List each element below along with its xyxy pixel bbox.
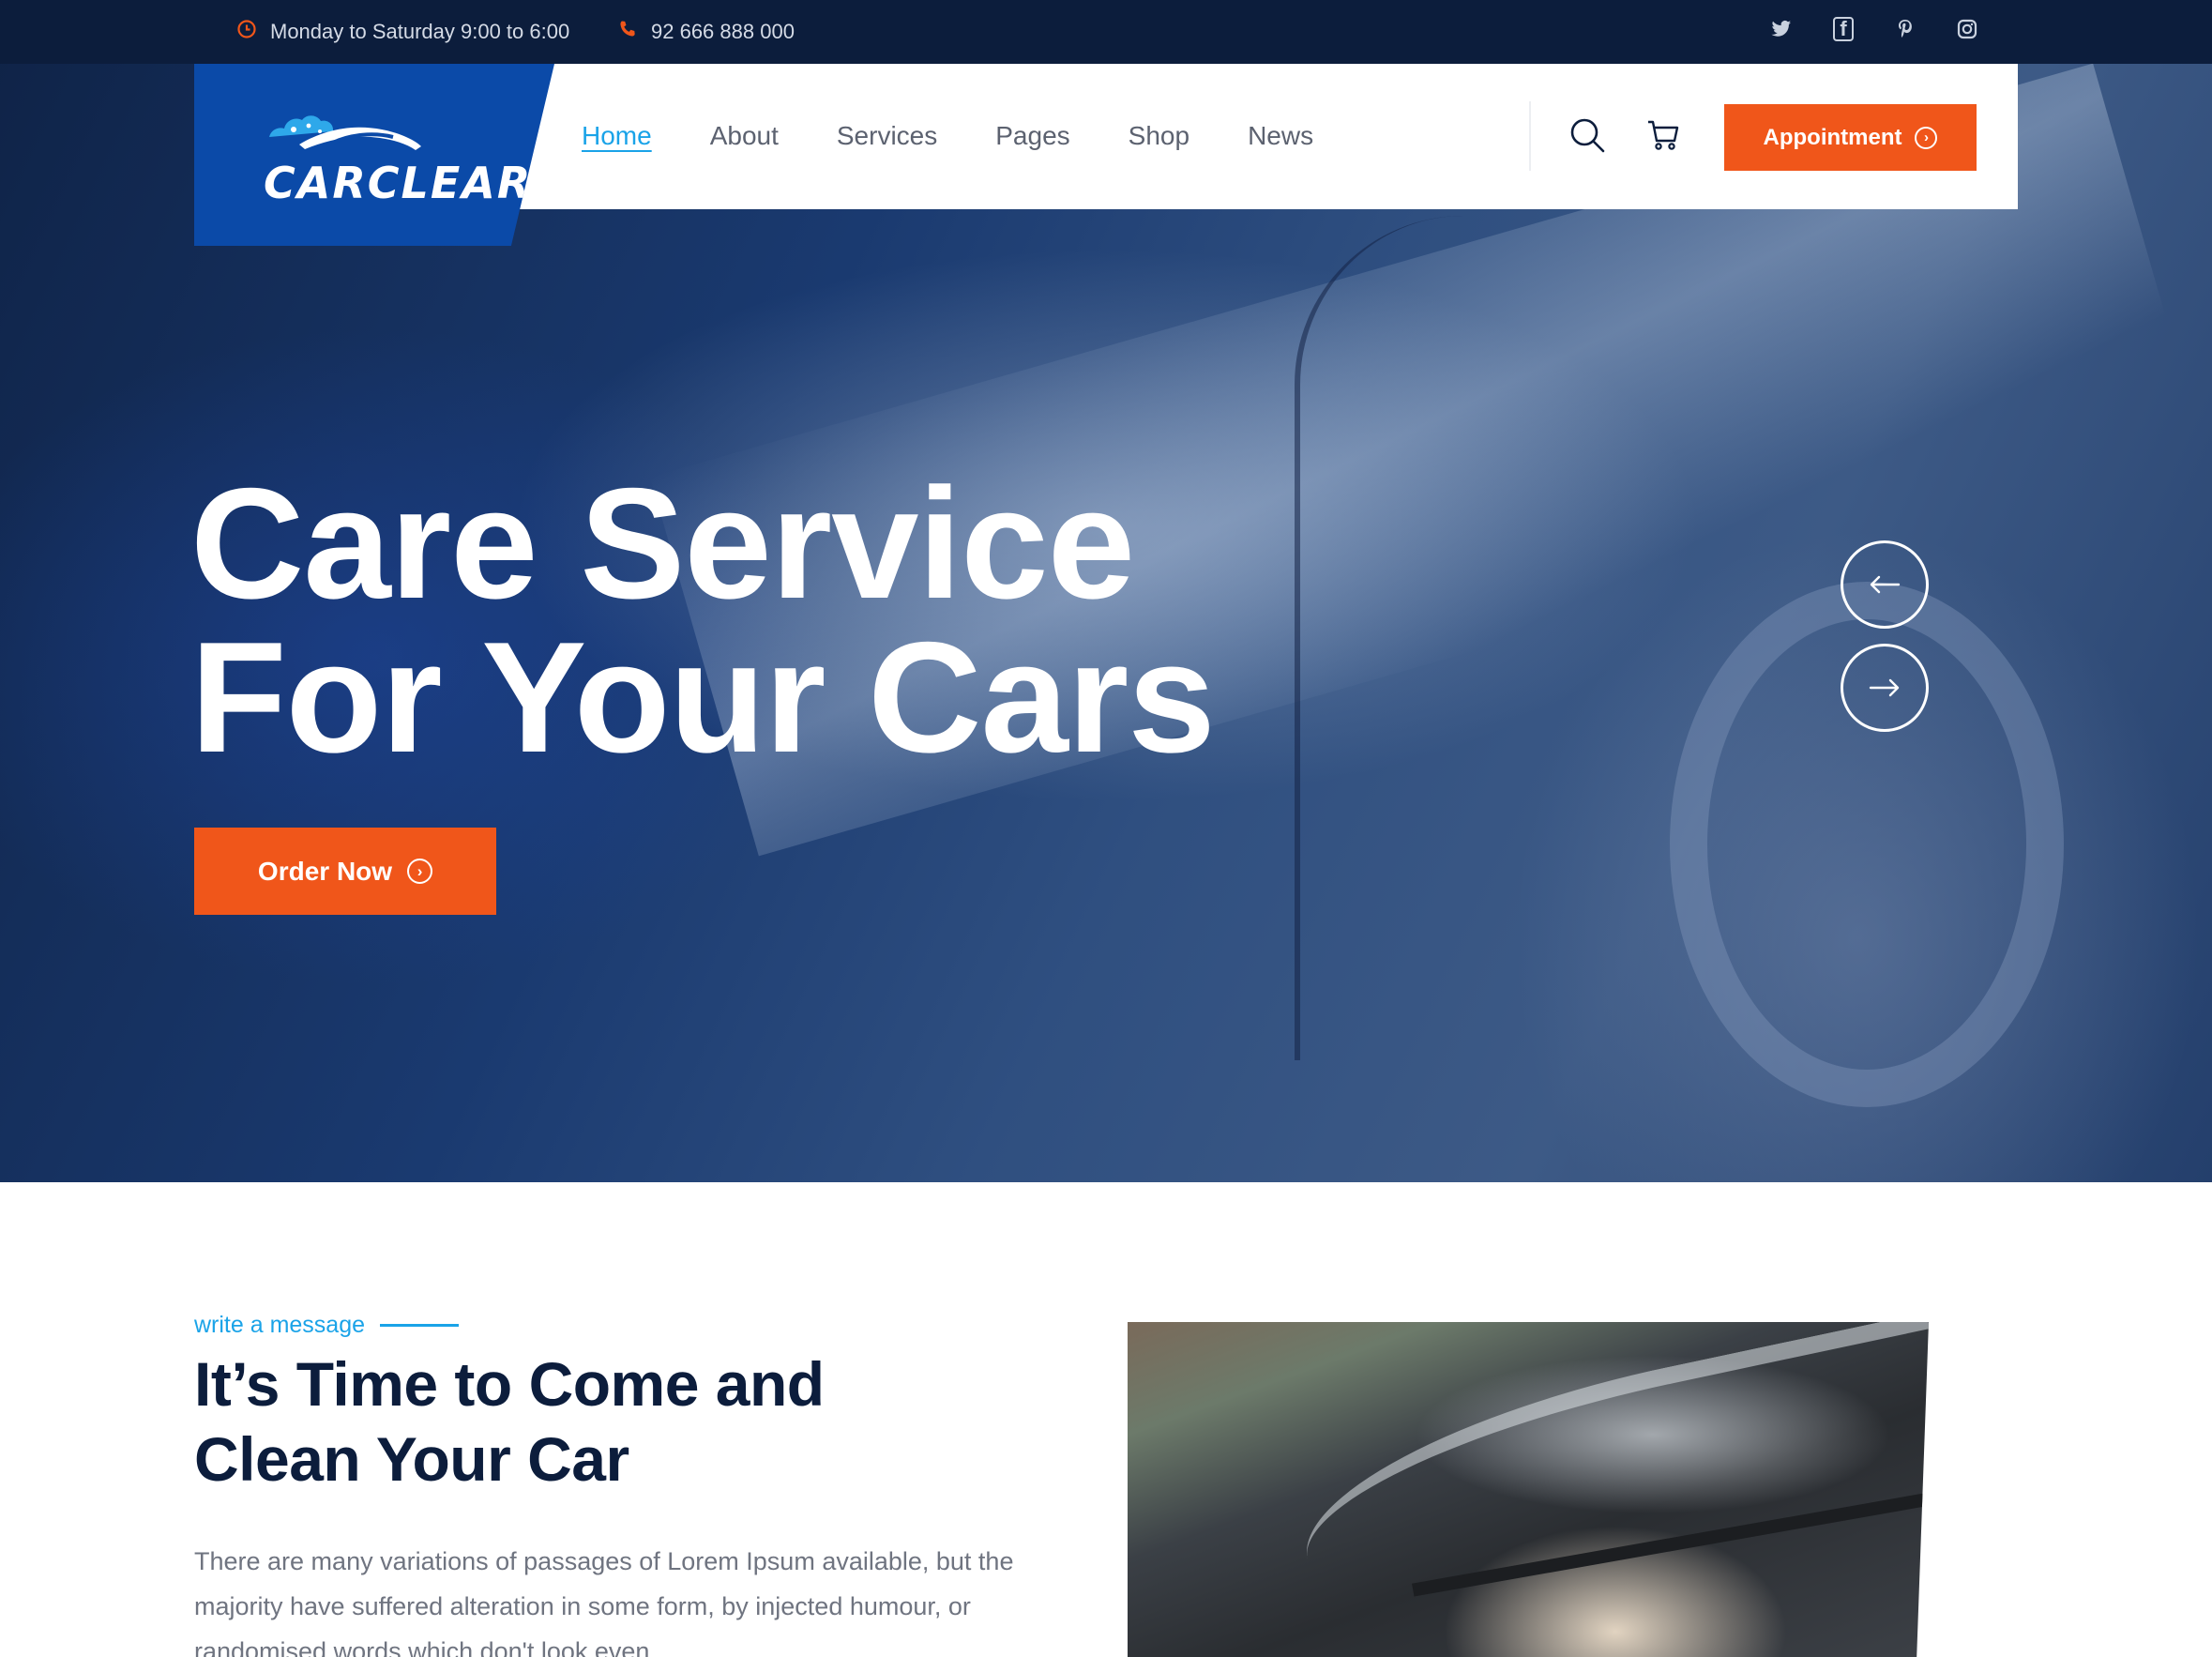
- car-washing-image: [1128, 1322, 1929, 1657]
- search-icon[interactable]: [1567, 114, 1608, 156]
- arrow-left-icon: [1870, 575, 1901, 594]
- nav-item-pages[interactable]: Pages: [995, 120, 1069, 152]
- slider-next-button[interactable]: [1841, 644, 1929, 732]
- tagline-text: write a message: [194, 1312, 366, 1338]
- hero-title-line-1: Care Service: [190, 455, 1135, 631]
- social-links: f: [1771, 17, 1977, 41]
- appointment-button[interactable]: Appointment ›: [1724, 104, 1977, 171]
- main-nav: Home About Services Pages Shop News: [582, 120, 1371, 152]
- instagram-icon[interactable]: [1957, 17, 1977, 41]
- nav-item-services[interactable]: Services: [837, 120, 937, 152]
- section-description: There are many variations of passages of…: [194, 1547, 1014, 1657]
- logo[interactable]: CARCLEAR: [194, 64, 554, 246]
- order-now-label: Order Now: [257, 856, 393, 886]
- top-bar: Monday to Saturday 9:00 to 6:00 92 666 8…: [0, 0, 2212, 64]
- hours-text: Monday to Saturday 9:00 to 6:00: [270, 20, 570, 43]
- arrow-circle-right-icon: ›: [407, 859, 433, 884]
- nav-item-home[interactable]: Home: [582, 120, 652, 152]
- twitter-icon[interactable]: [1771, 17, 1792, 41]
- arrow-circle-right-icon: ›: [1915, 126, 1938, 149]
- order-now-button[interactable]: Order Now ›: [194, 828, 496, 915]
- section-title-line-1: It’s Time to Come and: [194, 1349, 825, 1419]
- section-title-line-2: Clean Your Car: [194, 1424, 629, 1494]
- main-navbar: Home About Services Pages Shop News Appo…: [516, 64, 2018, 209]
- slider-prev-button[interactable]: [1841, 540, 1929, 629]
- nav-item-news[interactable]: News: [1248, 120, 1313, 152]
- nav-divider: [1529, 101, 1531, 171]
- opening-hours: Monday to Saturday 9:00 to 6:00: [235, 19, 569, 45]
- hero-title-line-2: For Your Cars: [190, 609, 1216, 785]
- hero-title: Care Service For Your Cars: [190, 455, 1216, 785]
- clock-icon: [235, 19, 259, 45]
- tagline-divider: [380, 1324, 460, 1327]
- logo-text: CARCLEAR: [264, 158, 533, 208]
- foam-streak: [1283, 1322, 1929, 1633]
- appointment-label: Appointment: [1763, 124, 1902, 150]
- arrow-right-icon: [1869, 678, 1900, 697]
- pinterest-icon[interactable]: [1895, 17, 1916, 41]
- phone-text: 92 666 888 000: [651, 20, 795, 43]
- nav-item-shop[interactable]: Shop: [1129, 120, 1189, 152]
- section-tagline: write a message: [194, 1312, 460, 1339]
- section-title: It’s Time to Come and Clean Your Car: [194, 1346, 825, 1497]
- facebook-icon[interactable]: f: [1833, 17, 1854, 41]
- car-cloud-icon: [269, 115, 421, 150]
- phone-icon: [615, 19, 640, 45]
- nav-item-about[interactable]: About: [710, 120, 779, 152]
- phone-number[interactable]: 92 666 888 000: [615, 19, 795, 45]
- cart-icon[interactable]: [1644, 114, 1685, 156]
